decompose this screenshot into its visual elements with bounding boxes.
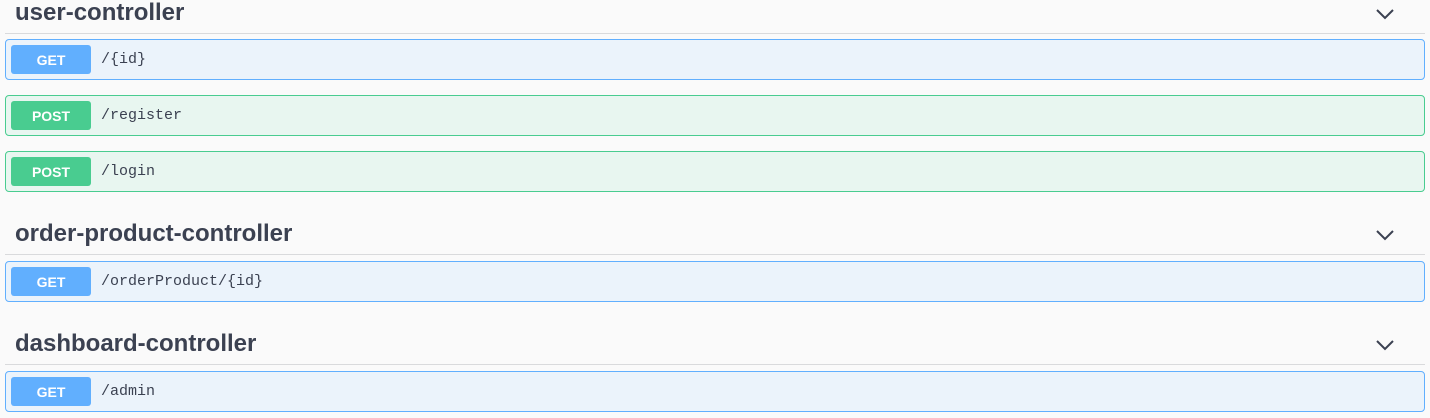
chevron-down-icon[interactable] xyxy=(1375,7,1395,21)
section-header[interactable]: dashboard-controller xyxy=(5,321,1425,365)
chevron-down-icon[interactable] xyxy=(1375,228,1395,242)
operation-path: /orderProduct/{id} xyxy=(101,273,264,290)
section-title: user-controller xyxy=(15,0,185,26)
method-badge: POST xyxy=(11,157,91,186)
operation-row[interactable]: POST /login xyxy=(5,151,1425,192)
section-header[interactable]: order-product-controller xyxy=(5,211,1425,255)
section-title: dashboard-controller xyxy=(15,330,257,357)
method-badge: GET xyxy=(11,45,91,74)
method-badge: GET xyxy=(11,267,91,296)
section-order-product-controller: order-product-controller xyxy=(5,211,1425,255)
section-user-controller: user-controller xyxy=(5,0,1425,34)
operation-row[interactable]: GET /admin xyxy=(5,371,1425,412)
operation-row[interactable]: GET /orderProduct/{id} xyxy=(5,261,1425,302)
operation-path: /{id} xyxy=(101,51,147,68)
operation-path: /admin xyxy=(101,383,156,400)
operation-row[interactable]: GET /{id} xyxy=(5,39,1425,80)
section-header[interactable]: user-controller xyxy=(5,0,1425,34)
section-dashboard-controller: dashboard-controller xyxy=(5,321,1425,365)
section-title: order-product-controller xyxy=(15,220,293,247)
operation-path: /login xyxy=(101,163,156,180)
operation-row[interactable]: POST /register xyxy=(5,95,1425,136)
method-badge: GET xyxy=(11,377,91,406)
method-badge: POST xyxy=(11,101,91,130)
operation-path: /register xyxy=(101,107,183,124)
chevron-down-icon[interactable] xyxy=(1375,338,1395,352)
